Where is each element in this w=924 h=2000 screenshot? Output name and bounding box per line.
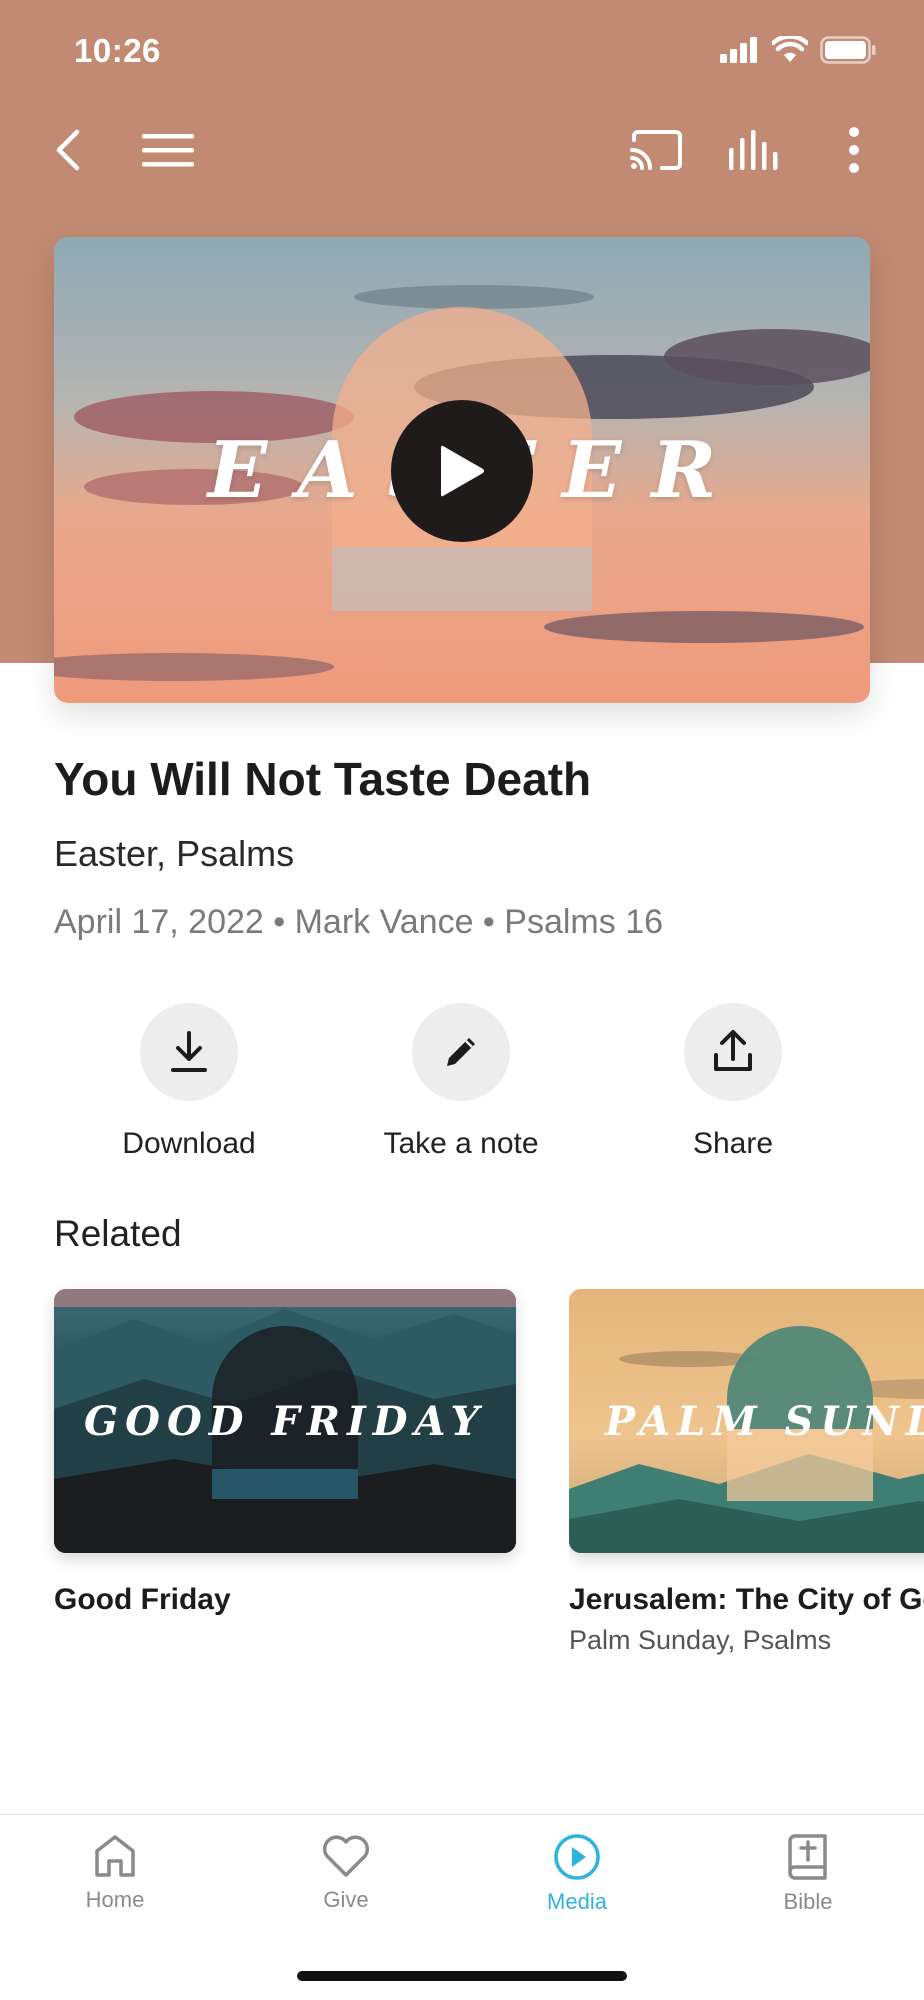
back-icon xyxy=(56,129,80,171)
sermon-title: You Will Not Taste Death xyxy=(54,753,592,805)
battery-icon xyxy=(820,36,876,64)
more-vertical-icon xyxy=(849,127,859,173)
more-button[interactable] xyxy=(822,118,886,182)
palm-sunday-artwork-title: PALM SUNDAY xyxy=(605,1397,924,1445)
play-button[interactable] xyxy=(391,400,533,542)
tab-media[interactable]: Media xyxy=(497,1833,657,1915)
tab-home-label: Home xyxy=(85,1887,145,1912)
share-label: Share xyxy=(692,1127,774,1160)
related-card-good-friday[interactable]: GOOD FRIDAY Good Friday xyxy=(54,1289,516,1617)
status-bar: 10:26 xyxy=(0,0,924,100)
cast-icon xyxy=(630,130,682,170)
tab-home[interactable]: Home xyxy=(35,1833,195,1913)
download-circle xyxy=(140,1003,238,1101)
menu-button[interactable] xyxy=(136,118,200,182)
home-indicator xyxy=(297,1971,627,1981)
play-icon xyxy=(441,445,484,497)
related-heading: Related xyxy=(54,1213,182,1254)
related-card-artwork[interactable]: GOOD FRIDAY xyxy=(54,1289,516,1553)
related-card-artwork[interactable]: PALM SUNDAY xyxy=(569,1289,924,1553)
tab-give[interactable]: Give xyxy=(266,1833,426,1913)
sermon-meta: April 17, 2022 • Mark Vance • Psalms 16 xyxy=(54,903,664,941)
signal-icon xyxy=(720,37,757,63)
home-icon xyxy=(95,1835,135,1877)
hero-artwork[interactable]: EASTER xyxy=(54,237,870,703)
status-time: 10:26 xyxy=(74,32,161,69)
play-circle-icon xyxy=(554,1834,600,1880)
heart-icon xyxy=(322,1835,370,1877)
related-card-title: Good Friday xyxy=(54,1583,231,1616)
cast-button[interactable] xyxy=(624,118,688,182)
download-label: Download xyxy=(122,1127,256,1160)
related-card-subtitle: Palm Sunday, Psalms xyxy=(569,1625,832,1655)
sermon-series: Easter, Psalms xyxy=(54,833,295,874)
bible-icon xyxy=(788,1834,827,1880)
take-note-label: Take a note xyxy=(383,1127,539,1160)
share-button[interactable]: Share xyxy=(613,1003,853,1161)
audio-bars-icon xyxy=(729,130,778,170)
audio-button[interactable] xyxy=(723,118,787,182)
pencil-icon xyxy=(447,1038,475,1066)
download-icon xyxy=(171,1031,207,1072)
menu-icon xyxy=(142,134,194,167)
tab-bible-label: Bible xyxy=(783,1889,833,1914)
take-note-button[interactable]: Take a note xyxy=(341,1003,581,1161)
related-card-title: Jerusalem: The City of God xyxy=(569,1583,924,1616)
status-icons xyxy=(720,36,876,64)
share-icon xyxy=(714,1030,752,1071)
tab-give-label: Give xyxy=(323,1887,369,1912)
tab-media-label: Media xyxy=(547,1889,607,1914)
back-button[interactable] xyxy=(36,118,100,182)
tab-bible[interactable]: Bible xyxy=(728,1833,888,1915)
good-friday-artwork-title: GOOD FRIDAY xyxy=(83,1397,487,1445)
related-card-palm-sunday[interactable]: PALM SUNDAY Jerusalem: The City of God P… xyxy=(569,1289,924,1656)
share-circle xyxy=(684,1003,782,1101)
wifi-icon xyxy=(772,36,808,62)
take-note-circle xyxy=(412,1003,510,1101)
download-button[interactable]: Download xyxy=(69,1003,309,1161)
toolbar xyxy=(0,100,924,200)
